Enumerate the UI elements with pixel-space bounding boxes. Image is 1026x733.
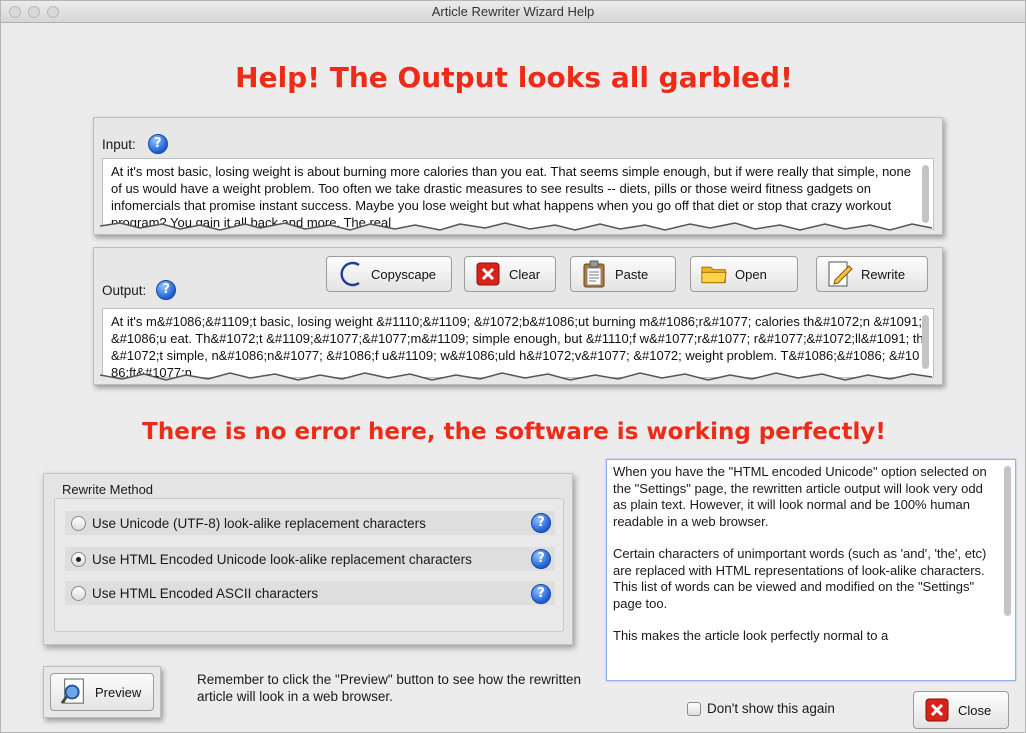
open-button[interactable]: Open [690,256,798,292]
close-icon [924,697,950,723]
dont-show-checkbox-row[interactable]: Don't show this again [687,701,835,716]
radio-option-html-unicode[interactable]: Use HTML Encoded Unicode look-alike repl… [71,548,531,570]
rewrite-label: Rewrite [861,266,906,282]
dont-show-label: Don't show this again [707,701,835,716]
open-label: Open [735,266,767,282]
input-scrollbar[interactable] [922,165,929,223]
close-label: Close [958,702,992,718]
unicode-help-icon[interactable]: ? [531,513,551,533]
copyscape-icon [337,261,363,287]
minimize-window-button[interactable] [28,6,40,18]
window-title: Article Rewriter Wizard Help [431,4,595,19]
page-subheadline: There is no error here, the software is … [142,419,886,445]
info-scrollbar[interactable] [1004,466,1011,616]
radio-button[interactable] [71,585,86,601]
radio-button[interactable] [71,515,86,531]
preview-button-frame: Preview [43,666,161,718]
pencil-document-icon [827,261,853,287]
close-window-button[interactable] [9,6,21,18]
output-help-icon[interactable]: ? [156,280,177,300]
input-label: Input: [102,136,136,152]
info-paragraph: Certain characters of unimportant words … [613,546,987,611]
clear-icon [475,261,501,287]
clear-label: Clear [509,266,541,282]
output-panel: Output: ? Copyscape Clear Paste Open Rew… [93,247,943,385]
input-torn-edge [100,222,932,234]
output-label: Output: [102,282,147,298]
rewrite-method-group: Use Unicode (UTF-8) look-alike replaceme… [54,498,564,632]
title-bar: Article Rewriter Wizard Help [1,1,1025,23]
copyscape-button[interactable]: Copyscape [326,256,452,292]
page-headline: Help! The Output looks all garbled! [235,61,793,94]
radio-option-label: Use HTML Encoded ASCII characters [92,585,319,601]
help-window: Article Rewriter Wizard Help Help! The O… [0,0,1026,733]
output-scrollbar[interactable] [922,315,929,369]
radio-option-unicode[interactable]: Use Unicode (UTF-8) look-alike replaceme… [71,512,531,534]
dont-show-checkbox[interactable] [687,701,701,716]
zoom-window-button[interactable] [47,6,59,18]
window-controls [9,6,59,18]
folder-icon [701,261,727,287]
rewrite-method-title: Rewrite Method [62,482,154,497]
radio-option-label: Use Unicode (UTF-8) look-alike replaceme… [92,515,426,531]
paste-label: Paste [615,266,649,282]
clear-button[interactable]: Clear [464,256,556,292]
info-paragraph: When you have the "HTML encoded Unicode"… [613,464,987,529]
info-textarea[interactable]: When you have the "HTML encoded Unicode"… [606,459,1016,681]
rewrite-method-panel: Rewrite Method Use Unicode (UTF-8) look-… [43,473,573,645]
rewrite-button[interactable]: Rewrite [816,256,928,292]
paste-button[interactable]: Paste [570,256,676,292]
radio-option-html-ascii[interactable]: Use HTML Encoded ASCII characters [71,582,531,604]
close-button[interactable]: Close [913,691,1009,729]
radio-option-label: Use HTML Encoded Unicode look-alike repl… [92,551,472,567]
input-help-icon[interactable]: ? [147,134,168,154]
clipboard-icon [581,260,607,288]
magnifier-globe-icon [61,678,87,705]
copyscape-label: Copyscape [371,266,437,282]
info-paragraph: This makes the article look perfectly no… [613,628,889,643]
preview-label: Preview [95,684,142,700]
output-torn-edge [100,372,932,384]
output-textarea[interactable]: At it's m&#1086;&#1109;t basic, losing w… [102,308,934,378]
radio-button-selected[interactable] [71,551,86,567]
preview-button[interactable]: Preview [50,673,154,711]
preview-note: Remember to click the "Preview" button t… [197,672,582,704]
output-text: At it's m&#1086;&#1109;t basic, losing w… [111,314,924,378]
input-panel: Input: ? At it's most basic, losing weig… [93,117,943,235]
html-unicode-help-icon[interactable]: ? [531,549,551,569]
html-ascii-help-icon[interactable]: ? [531,584,551,604]
